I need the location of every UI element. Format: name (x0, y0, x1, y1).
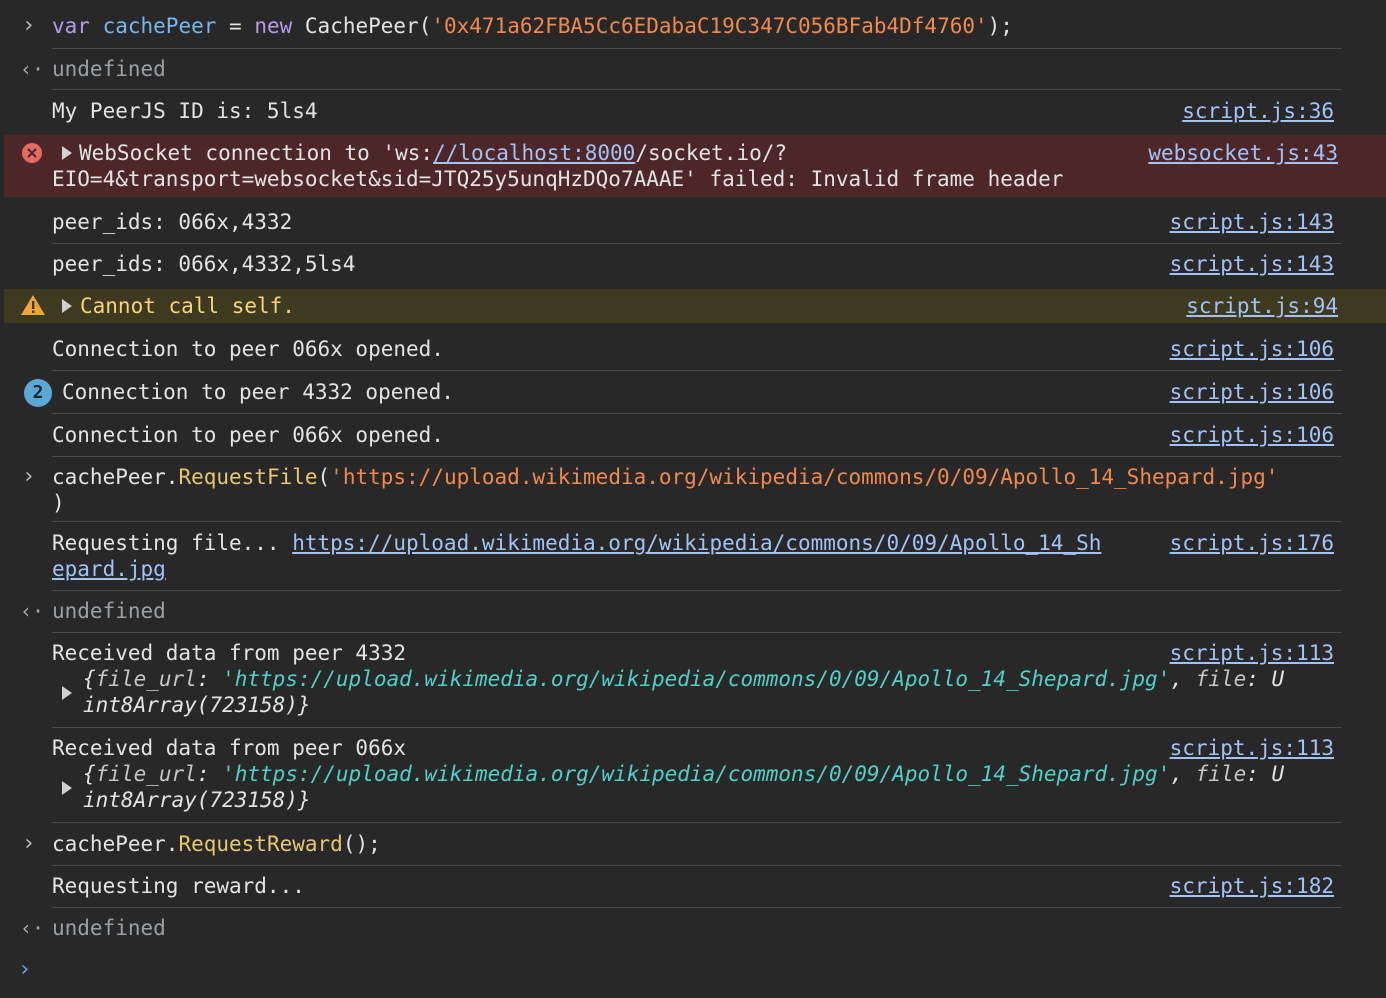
object-preview-line2: int8Array(723158)} (83, 788, 311, 812)
log-message: Connection to peer 066x opened. (52, 423, 444, 447)
source-link[interactable]: script.js:106 (1170, 379, 1334, 405)
source-link[interactable]: script.js:113 (1170, 640, 1334, 666)
object-preview-line1: {file_url: 'https://upload.wikimedia.org… (83, 667, 1285, 691)
source-link[interactable]: script.js:94 (1186, 293, 1338, 319)
input-chevron-icon: › (22, 13, 36, 38)
error-row: WebSocket connection to 'ws://localhost:… (4, 135, 1386, 197)
log-message: Connection to peer 066x opened. (52, 337, 444, 361)
prompt-chevron-icon: › (18, 957, 32, 982)
source-link[interactable]: script.js:106 (1170, 422, 1334, 448)
log-row: My PeerJS ID is: 5ls4 script.js:36 (0, 90, 1386, 132)
log-message: Requesting reward... (52, 874, 305, 898)
log-row: peer_ids: 066x,4332 script.js:143 (0, 200, 1386, 242)
log-message: Connection to peer 4332 opened. (62, 380, 454, 404)
result-text: undefined (52, 916, 166, 940)
console-prompt-input[interactable] (40, 957, 1340, 985)
log-row: Received data from peer 4332 script.js:1… (0, 633, 1386, 727)
log-row: Requesting reward... script.js:182 (0, 866, 1386, 908)
result-arrow-icon: ‹· (20, 57, 45, 81)
input-chevron-icon: › (22, 464, 36, 489)
log-row: Requesting file... https://upload.wikime… (0, 522, 1386, 590)
log-row: Connection to peer 066x opened. script.j… (0, 414, 1386, 456)
file-url-link-cont[interactable]: epard.jpg (52, 556, 166, 582)
input-chevron-icon: › (22, 831, 36, 856)
source-link[interactable]: script.js:106 (1170, 336, 1334, 362)
log-message: Received data from peer 066x (52, 736, 407, 760)
result-text: undefined (52, 599, 166, 623)
object-preview-line2: int8Array(723158)} (83, 693, 311, 717)
console-result-row: ‹· undefined (0, 49, 1386, 89)
console-input-text[interactable]: var cachePeer = new CachePeer('0x471a62F… (52, 13, 1013, 39)
console-result-row: ‹· undefined (0, 908, 1386, 948)
console-result-row: ‹· undefined (0, 591, 1386, 631)
expand-triangle-icon[interactable] (62, 299, 72, 313)
source-link[interactable]: script.js:176 (1170, 530, 1334, 556)
console-input-row: › cachePeer.RequestReward(); (0, 823, 1386, 865)
log-row: 2 Connection to peer 4332 opened. script… (0, 371, 1386, 413)
log-message: peer_ids: 066x,4332,5ls4 (52, 252, 356, 276)
source-link[interactable]: script.js:182 (1170, 873, 1334, 899)
source-link[interactable]: script.js:113 (1170, 735, 1334, 761)
expand-triangle-icon[interactable] (62, 781, 72, 795)
log-row: Received data from peer 066x script.js:1… (0, 728, 1386, 822)
source-link[interactable]: script.js:36 (1182, 98, 1334, 124)
error-icon (22, 143, 42, 163)
console-input-close: ) (52, 491, 65, 515)
error-message-line1: WebSocket connection to 'ws://localhost:… (79, 141, 788, 165)
log-message: peer_ids: 066x,4332 (52, 210, 293, 234)
result-arrow-icon: ‹· (20, 599, 45, 623)
source-link[interactable]: websocket.js:43 (1148, 140, 1338, 166)
result-arrow-icon: ‹· (20, 916, 45, 940)
log-message: Requesting file... https://upload.wikime… (52, 531, 1102, 555)
console-prompt-row[interactable]: › (0, 950, 1386, 994)
object-preview-line1: {file_url: 'https://upload.wikimedia.org… (83, 762, 1285, 786)
console-input-text[interactable]: cachePeer.RequestReward(); (52, 831, 381, 857)
log-message: My PeerJS ID is: 5ls4 (52, 99, 318, 123)
expand-triangle-icon[interactable] (62, 686, 72, 700)
log-row: Connection to peer 066x opened. script.j… (0, 326, 1386, 370)
error-message-line2: EIO=4&transport=websocket&sid=JTQ25y5unq… (52, 167, 1064, 191)
file-url-link[interactable]: https://upload.wikimedia.org/wikipedia/c… (292, 531, 1101, 555)
warning-row: Cannot call self. script.js:94 (4, 289, 1386, 323)
console-input-text[interactable]: cachePeer.RequestFile('https://upload.wi… (52, 464, 1278, 490)
result-text: undefined (52, 57, 166, 81)
warning-icon (21, 295, 45, 315)
source-link[interactable]: script.js:143 (1170, 251, 1334, 277)
source-link[interactable]: script.js:143 (1170, 209, 1334, 235)
console-input-row: › var cachePeer = new CachePeer('0x471a6… (0, 0, 1386, 50)
log-message: Received data from peer 4332 (52, 641, 407, 665)
devtools-console: › var cachePeer = new CachePeer('0x471a6… (0, 0, 1386, 998)
repeat-count-badge: 2 (24, 379, 52, 407)
console-input-row: › cachePeer.RequestFile('https://upload.… (0, 457, 1386, 521)
warning-message: Cannot call self. (80, 294, 295, 318)
log-row: peer_ids: 066x,4332,5ls4 script.js:143 (0, 244, 1386, 286)
expand-triangle-icon[interactable] (62, 146, 72, 160)
